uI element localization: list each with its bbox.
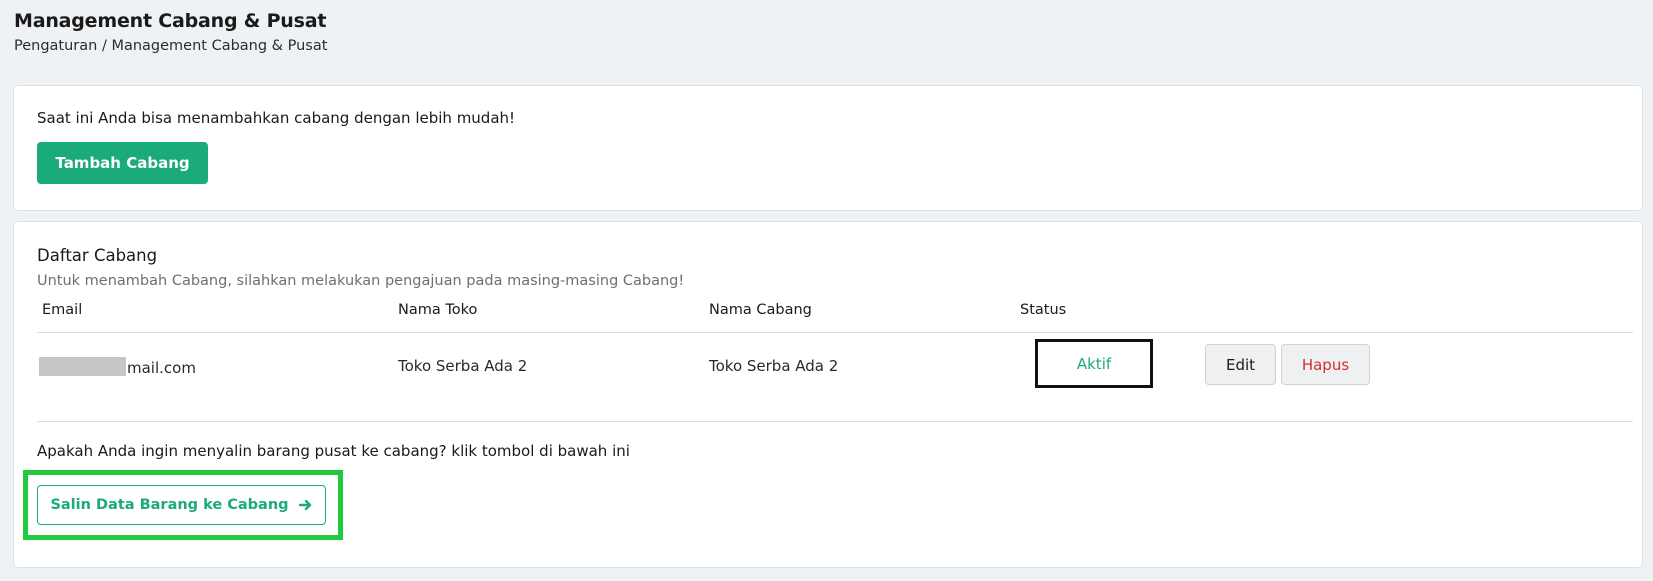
page-header: Management Cabang & Pusat Pengaturan / M…	[14, 10, 327, 54]
page-title: Management Cabang & Pusat	[14, 10, 327, 32]
column-header-status: Status	[1020, 302, 1067, 318]
branch-name-cell: Toko Serba Ada 2	[709, 357, 839, 375]
column-header-branch-name: Nama Cabang	[709, 302, 812, 318]
store-name-cell: Toko Serba Ada 2	[398, 357, 528, 375]
section-title: Daftar Cabang	[37, 246, 158, 265]
branch-list-card: Daftar Cabang Untuk menambah Cabang, sil…	[13, 221, 1643, 568]
table-row: mail.com Toko Serba Ada 2 Toko Serba Ada…	[37, 333, 1633, 422]
promo-card: Saat ini Anda bisa menambahkan cabang de…	[13, 85, 1643, 211]
status-badge: Aktif	[1035, 339, 1153, 388]
table-header: Email Nama Toko Nama Cabang Status	[37, 299, 1633, 333]
branch-table: Email Nama Toko Nama Cabang Status mail.…	[37, 299, 1633, 422]
breadcrumb: Pengaturan / Management Cabang & Pusat	[14, 38, 328, 54]
arrow-right-icon	[298, 499, 311, 511]
status-label: Aktif	[1076, 354, 1112, 373]
add-branch-button[interactable]: Tambah Cabang	[37, 142, 208, 184]
column-header-store-name: Nama Toko	[398, 302, 478, 318]
delete-button[interactable]: Hapus	[1281, 344, 1370, 385]
email-redaction	[39, 357, 126, 376]
copy-prompt-text: Apakah Anda ingin menyalin barang pusat …	[37, 442, 630, 460]
section-subtitle: Untuk menambah Cabang, silahkan melakuka…	[37, 273, 685, 289]
copy-button-label: Salin Data Barang ke Cabang	[50, 497, 289, 513]
email-cell: mail.com	[39, 357, 196, 377]
copy-items-to-branch-button[interactable]: Salin Data Barang ke Cabang	[37, 485, 326, 525]
edit-button[interactable]: Edit	[1205, 344, 1276, 385]
email-visible-part: mail.com	[127, 359, 196, 377]
column-header-email: Email	[42, 302, 83, 318]
promo-text: Saat ini Anda bisa menambahkan cabang de…	[37, 109, 516, 127]
